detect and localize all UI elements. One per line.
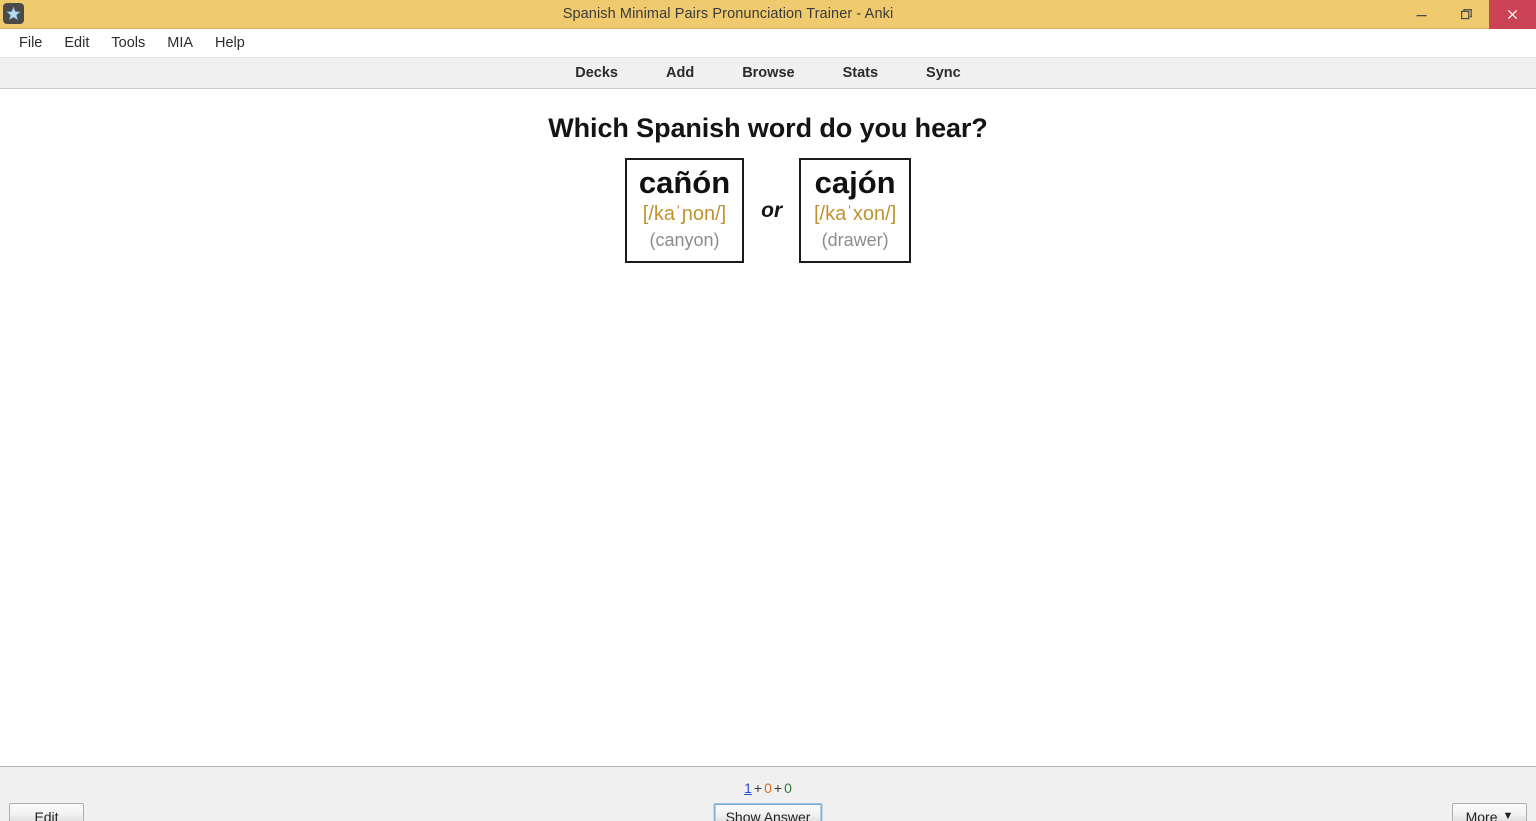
window-controls xyxy=(1399,0,1536,29)
menu-bar: File Edit Tools MIA Help xyxy=(0,29,1536,58)
minimize-icon[interactable] xyxy=(1399,0,1444,29)
toolbar-link-add[interactable]: Add xyxy=(666,65,694,81)
menu-item-edit[interactable]: Edit xyxy=(53,33,100,54)
menu-item-mia[interactable]: MIA xyxy=(156,33,204,54)
study-counts: 1 +0 +0 xyxy=(0,780,1536,796)
card-question: Which Spanish word do you hear? xyxy=(548,113,988,143)
word-option-1[interactable]: cañón [/kaˈɲon/] (canyon) xyxy=(624,158,745,264)
count-due[interactable]: 0 xyxy=(784,780,792,796)
chevron-down-icon: ▼ xyxy=(1502,810,1514,821)
toolbar-link-sync[interactable]: Sync xyxy=(926,65,961,81)
edit-button[interactable]: Edit xyxy=(9,803,84,821)
toolbar-link-browse[interactable]: Browse xyxy=(742,65,794,81)
anki-star-icon xyxy=(3,3,24,24)
main-toolbar: Decks Add Browse Stats Sync xyxy=(0,58,1536,89)
more-button[interactable]: More ▼ xyxy=(1452,803,1527,821)
word-option-2-ipa: [/kaˈxon/] xyxy=(814,202,897,225)
minimal-pair-row: cañón [/kaˈɲon/] (canyon) or cajón [/kaˈ… xyxy=(0,158,1536,264)
maximize-icon[interactable] xyxy=(1444,0,1489,29)
menu-item-file[interactable]: File xyxy=(8,33,53,54)
word-option-2[interactable]: cajón [/kaˈxon/] (drawer) xyxy=(799,158,912,264)
count-plus-1: + xyxy=(753,780,763,796)
menu-item-help[interactable]: Help xyxy=(204,33,256,54)
word-option-1-gloss: (canyon) xyxy=(649,229,720,250)
word-option-2-word: cajón xyxy=(814,165,896,200)
show-answer-button[interactable]: Show Answer xyxy=(713,803,823,821)
title-bar: Spanish Minimal Pairs Pronunciation Trai… xyxy=(0,0,1536,29)
close-icon[interactable] xyxy=(1489,0,1536,29)
count-learning[interactable]: 0 xyxy=(764,780,772,796)
bottom-bar: 1 +0 +0 Edit Show Answer More ▼ xyxy=(0,766,1536,821)
pair-separator: or xyxy=(761,198,783,222)
menu-item-tools[interactable]: Tools xyxy=(100,33,156,54)
word-option-1-ipa: [/kaˈɲon/] xyxy=(642,202,727,225)
toolbar-link-stats[interactable]: Stats xyxy=(843,65,878,81)
more-button-label: More xyxy=(1465,808,1498,821)
word-option-2-gloss: (drawer) xyxy=(821,229,889,250)
count-new[interactable]: 1 xyxy=(744,780,752,796)
card-content-area: Which Spanish word do you hear? cañón [/… xyxy=(0,89,1536,766)
count-plus-2: + xyxy=(773,780,783,796)
window-title: Spanish Minimal Pairs Pronunciation Trai… xyxy=(562,6,894,22)
toolbar-link-decks[interactable]: Decks xyxy=(575,65,618,81)
word-option-1-word: cañón xyxy=(638,165,731,200)
